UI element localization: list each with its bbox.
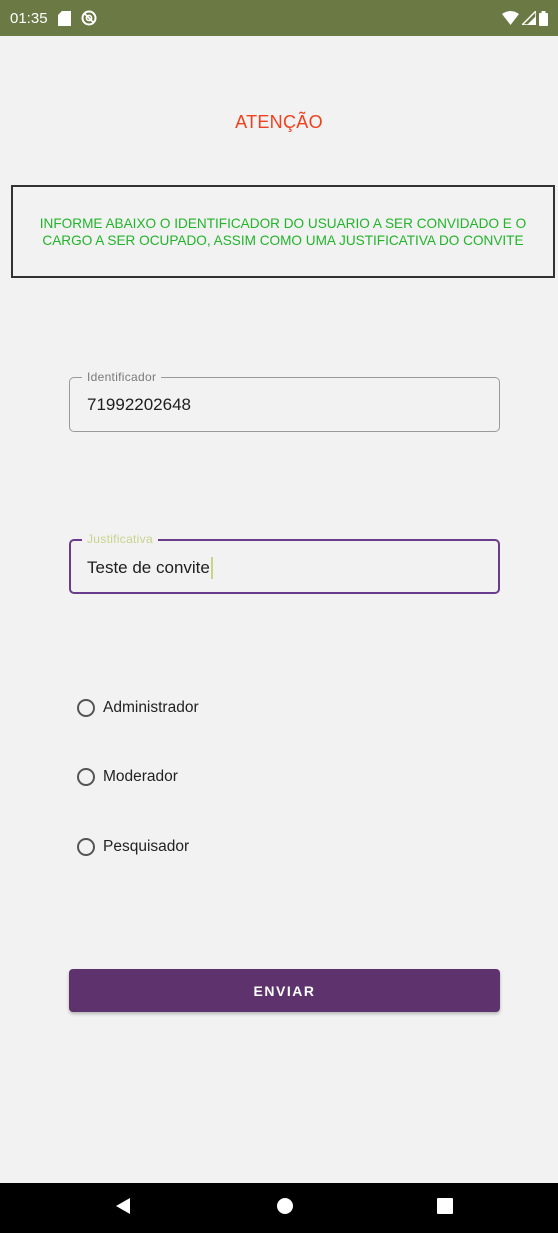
identificador-value[interactable]: 71992202648 (87, 395, 191, 415)
radio-button-icon[interactable] (77, 838, 95, 856)
sd-card-icon (57, 10, 71, 26)
status-time: 01:35 (10, 9, 48, 27)
radio-moderador[interactable]: Moderador (77, 768, 178, 786)
identificador-label: Identificador (82, 370, 162, 384)
enviar-button[interactable]: ENVIAR (69, 969, 500, 1012)
status-bar-right (502, 10, 548, 26)
text-cursor (210, 557, 213, 579)
radio-label-pesquisador: Pesquisador (103, 838, 190, 855)
page-title: ATENÇÃO (235, 112, 323, 132)
info-message-box: INFORME ABAIXO O IDENTIFICADOR DO USUARI… (11, 185, 555, 278)
radio-button-icon[interactable] (77, 699, 95, 717)
justificativa-field[interactable]: Justificativa Teste de convite (69, 532, 500, 594)
radio-pesquisador[interactable]: Pesquisador (77, 838, 189, 856)
justificativa-value[interactable]: Teste de convite (87, 558, 210, 578)
home-button[interactable] (255, 1183, 315, 1233)
radio-button-icon[interactable] (77, 768, 95, 786)
home-icon (276, 1197, 294, 1220)
status-bar-left: 01:35 (10, 10, 97, 27)
recents-icon (437, 1197, 453, 1219)
info-message: INFORME ABAIXO O IDENTIFICADOR DO USUARI… (39, 215, 527, 248)
back-button[interactable] (93, 1183, 153, 1233)
back-icon (114, 1197, 132, 1220)
signal-icon (522, 11, 536, 25)
identificador-field[interactable]: Identificador 71992202648 (69, 370, 500, 432)
radio-label-moderador: Moderador (103, 768, 178, 785)
recents-button[interactable] (415, 1183, 475, 1233)
battery-icon (539, 10, 548, 26)
navigation-bar (0, 1183, 558, 1233)
justificativa-label: Justificativa (82, 532, 158, 546)
radio-administrador[interactable]: Administrador (77, 699, 199, 717)
sync-icon (81, 10, 97, 26)
justificativa-value-wrapper[interactable]: Teste de convite (87, 557, 213, 579)
wifi-icon (502, 11, 519, 25)
status-bar: 01:35 (0, 0, 558, 36)
radio-label-administrador: Administrador (103, 699, 199, 716)
